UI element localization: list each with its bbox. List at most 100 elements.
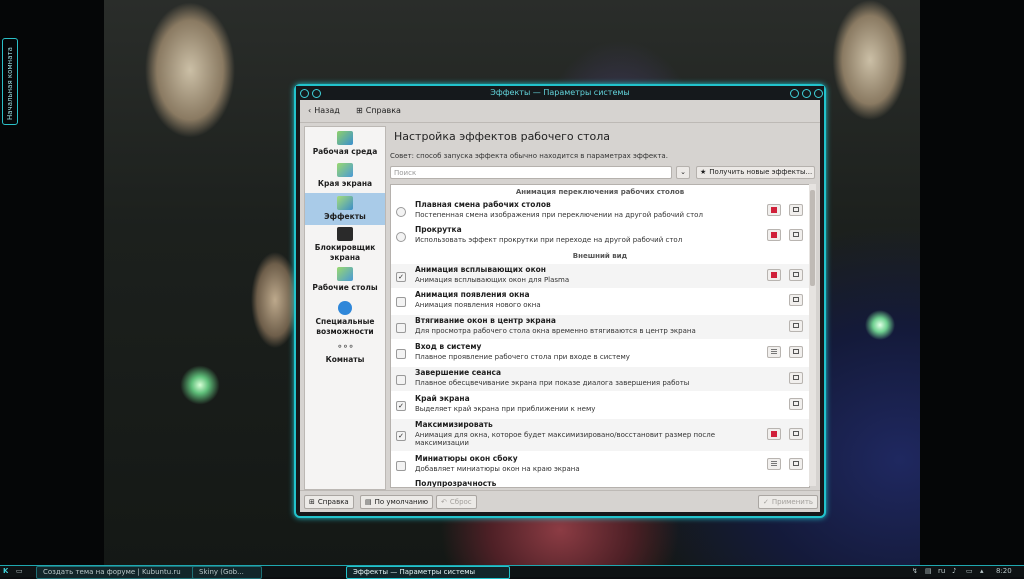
video-icon[interactable] xyxy=(767,269,781,281)
scrollbar-thumb[interactable] xyxy=(810,190,815,286)
about-icon[interactable] xyxy=(789,428,803,440)
video-icon[interactable] xyxy=(767,204,781,216)
tray-notes-icon[interactable]: ▤ xyxy=(925,566,932,577)
list-item[interactable]: Втягивание окон в центр экрана Для просм… xyxy=(391,315,809,339)
effect-checkbox[interactable] xyxy=(396,375,406,385)
configure-icon[interactable] xyxy=(767,346,781,358)
filter-dropdown-button[interactable]: ⌄ xyxy=(676,166,690,179)
minimize-icon[interactable] xyxy=(790,89,799,98)
list-item[interactable]: Прокрутка Использовать эффект прокрутки … xyxy=(391,224,809,248)
effect-description: Выделяет край экрана при приближении к н… xyxy=(415,405,596,413)
about-icon[interactable] xyxy=(789,204,803,216)
list-item[interactable]: Завершение сеанса Плавное обесцвечивание… xyxy=(391,367,809,391)
help-button[interactable]: ⊞ Справка xyxy=(304,495,354,509)
help-icon: ⊞ xyxy=(356,106,363,115)
hint-text: Совет: способ запуска эффекта обычно нах… xyxy=(390,152,668,160)
configure-icon[interactable] xyxy=(767,458,781,470)
page-title: Настройка эффектов рабочего стола xyxy=(394,130,611,143)
about-icon[interactable] xyxy=(789,229,803,241)
group-header: Внешний вид xyxy=(572,252,628,260)
star-icon: ★ xyxy=(700,168,707,176)
effect-name: Завершение сеанса xyxy=(415,368,502,377)
effect-description: Для просмотра рабочего стола окна времен… xyxy=(415,327,696,335)
help-toolbar-button[interactable]: ⊞ Справка xyxy=(356,105,401,117)
effect-name: Прокрутка xyxy=(415,225,462,234)
defaults-button-label: По умолчанию xyxy=(374,498,429,506)
volume-icon[interactable]: ♪ xyxy=(952,566,956,577)
window-title: Эффекты — Параметры системы xyxy=(490,88,630,97)
apply-button[interactable]: ✓ Применить xyxy=(758,495,819,509)
get-new-effects-button[interactable]: ★ Получить новые эффекты... xyxy=(696,166,815,179)
task-button[interactable]: Skiny (Gob... xyxy=(192,566,262,579)
window-titlebar[interactable]: Эффекты — Параметры системы xyxy=(296,86,824,100)
effect-checkbox[interactable] xyxy=(396,461,406,471)
video-icon[interactable] xyxy=(767,428,781,440)
about-icon[interactable] xyxy=(789,372,803,384)
task-button-active[interactable]: Эффекты — Параметры системы xyxy=(346,566,510,579)
sidebar-item-workspace[interactable]: Рабочая среда xyxy=(305,131,385,159)
workspace-icon xyxy=(337,131,353,145)
apply-button-label: Применить xyxy=(771,498,814,506)
sidebar-item-accessibility[interactable]: Специальные возможности xyxy=(305,301,385,339)
effect-checkbox[interactable]: ✓ xyxy=(396,431,406,441)
task-button[interactable]: Создать тема на форуме | Kubuntu.ru xyxy=(36,566,200,579)
about-icon[interactable] xyxy=(789,346,803,358)
effects-panel: Настройка эффектов рабочего стола Совет:… xyxy=(388,126,816,488)
about-icon[interactable] xyxy=(789,320,803,332)
screen-edges-icon xyxy=(337,163,353,177)
list-item[interactable]: ✓ Анимация всплывающих окон Анимация всп… xyxy=(391,264,809,288)
activities-icon: ∘∘∘ xyxy=(337,342,354,352)
tray-arrow-icon[interactable]: ▴ xyxy=(980,566,984,577)
defaults-button[interactable]: ▤ По умолчанию xyxy=(360,495,434,509)
about-icon[interactable] xyxy=(789,294,803,306)
toolbar: ‹ Назад ⊞ Справка xyxy=(300,100,820,123)
display-icon[interactable]: ▭ xyxy=(966,566,973,577)
effect-radio[interactable] xyxy=(396,207,406,217)
effect-checkbox[interactable]: ✓ xyxy=(396,272,406,282)
effect-checkbox[interactable] xyxy=(396,297,406,307)
sidebar-item-activities[interactable]: ∘∘∘ Комнаты xyxy=(305,343,385,371)
list-item[interactable]: Вход в систему Плавное проявление рабоче… xyxy=(391,341,809,365)
list-item[interactable]: Анимация появления окна Анимация появлен… xyxy=(391,289,809,313)
list-item[interactable]: Полупрозрачность xyxy=(391,478,809,488)
sidebar-item-screen-edges[interactable]: Края экрана xyxy=(305,163,385,191)
list-item[interactable]: ✓ Максимизировать Анимация для окна, кот… xyxy=(391,419,809,451)
effect-name: Втягивание окон в центр экрана xyxy=(415,316,556,325)
show-desktop-icon[interactable]: ▭ xyxy=(16,566,28,577)
help-icon: ⊞ xyxy=(309,498,315,506)
effects-scrollbar[interactable] xyxy=(809,184,816,486)
close-icon[interactable] xyxy=(814,89,823,98)
tray-network-icon[interactable]: ↯ xyxy=(912,566,918,577)
clock[interactable]: 8:20 xyxy=(996,566,1012,577)
maximize-icon[interactable] xyxy=(802,89,811,98)
about-icon[interactable] xyxy=(789,398,803,410)
about-icon[interactable] xyxy=(789,458,803,470)
screen-locker-icon xyxy=(337,227,353,241)
effect-checkbox[interactable] xyxy=(396,349,406,359)
window-client: ‹ Назад ⊞ Справка Рабочая среда Края экран… xyxy=(300,100,820,512)
list-item[interactable]: Миниатюры окон сбоку Добавляет миниатюры… xyxy=(391,453,809,477)
search-input[interactable]: Поиск xyxy=(390,166,672,179)
sidebar-item-label: Блокировщик экрана xyxy=(314,243,376,262)
check-icon: ✓ xyxy=(763,498,769,506)
effect-radio[interactable] xyxy=(396,232,406,242)
sidebar-item-desktops[interactable]: Рабочие столы xyxy=(305,267,385,295)
list-item[interactable]: Плавная смена рабочих столов Постепенная… xyxy=(391,199,809,223)
reset-button[interactable]: ↶ Сброс xyxy=(436,495,477,509)
back-arrow-icon: ‹ xyxy=(308,106,312,115)
back-button[interactable]: ‹ Назад xyxy=(308,105,340,117)
get-new-label: Получить новые эффекты... xyxy=(709,168,813,176)
keyboard-layout[interactable]: ru xyxy=(938,566,945,577)
kde-menu-icon[interactable]: K xyxy=(3,566,8,577)
effect-checkbox[interactable]: ✓ xyxy=(396,401,406,411)
sidebar-item-screen-locker[interactable]: Блокировщик экрана xyxy=(305,227,385,265)
effect-checkbox[interactable] xyxy=(396,323,406,333)
effect-name: Полупрозрачность xyxy=(415,479,497,488)
list-item[interactable]: ✓ Край экрана Выделяет край экрана при п… xyxy=(391,393,809,417)
sidebar-item-effects[interactable]: Эффекты xyxy=(305,193,385,225)
effect-name: Край экрана xyxy=(415,394,470,403)
effect-name: Миниатюры окон сбоку xyxy=(415,454,518,463)
video-icon[interactable] xyxy=(767,229,781,241)
about-icon[interactable] xyxy=(789,269,803,281)
activity-tab[interactable]: Начальная комната xyxy=(2,38,18,125)
